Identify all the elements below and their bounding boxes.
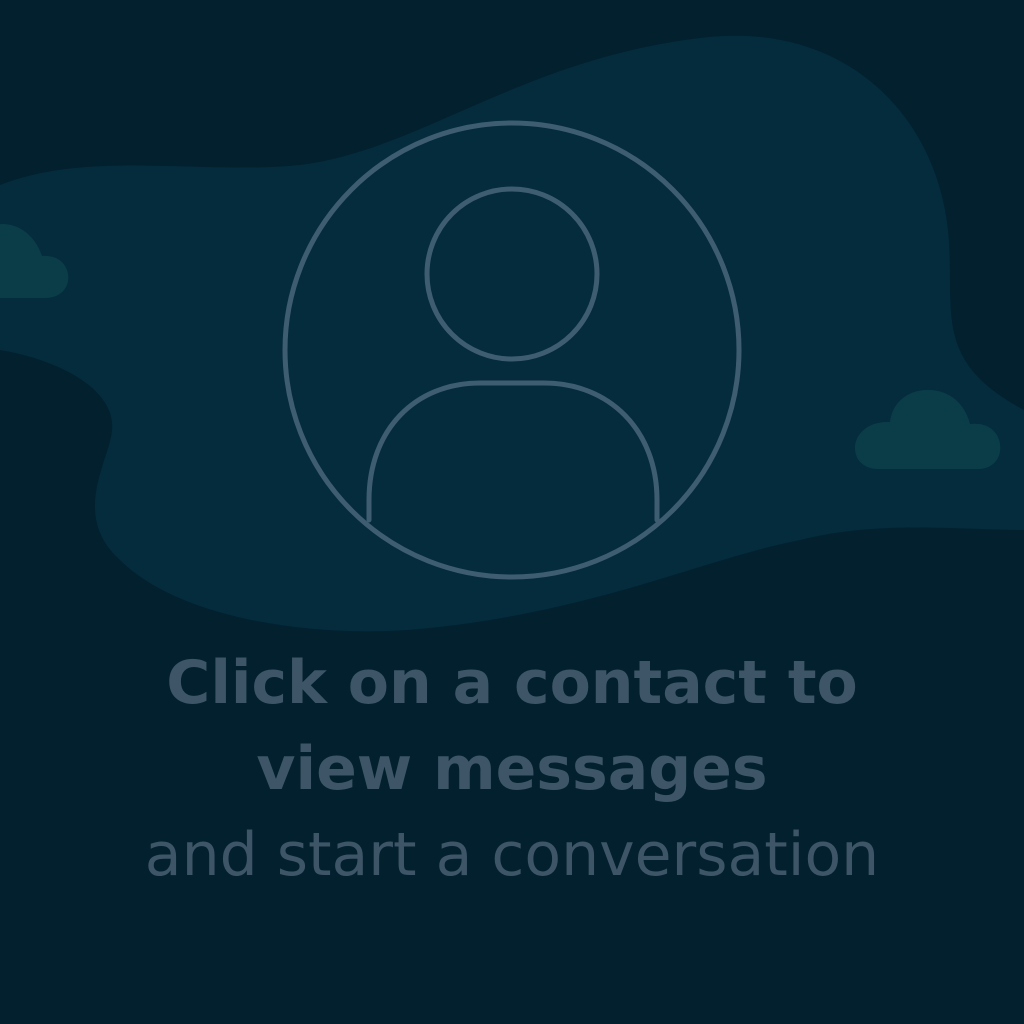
empty-state-line-1: Click on a contact to <box>166 648 858 718</box>
empty-state-message: Click on a contact to view messages and … <box>0 640 1024 898</box>
empty-state-line-2: view messages <box>256 734 768 804</box>
empty-chat-panel: Click on a contact to view messages and … <box>0 0 1024 1024</box>
empty-state-line-3: and start a conversation <box>144 820 880 890</box>
